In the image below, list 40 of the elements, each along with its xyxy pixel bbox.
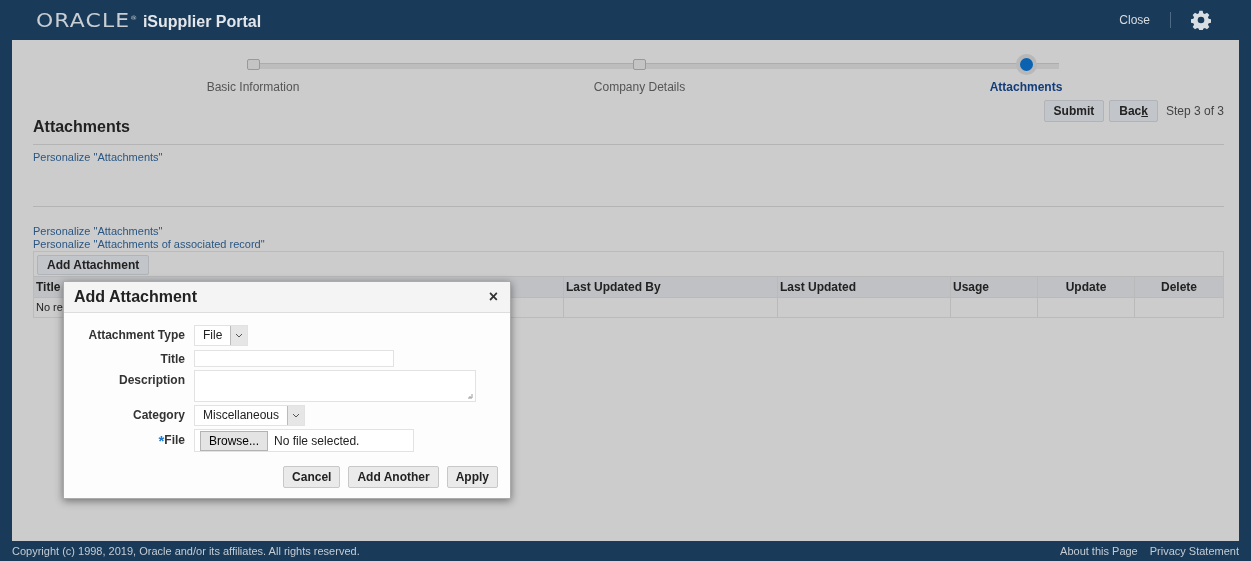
column-header: Update: [1038, 277, 1135, 297]
dropdown-field[interactable]: Miscellaneous: [194, 405, 306, 426]
settings-icon[interactable]: [1191, 10, 1211, 30]
section-title: Attachments: [33, 118, 131, 136]
personalize-link[interactable]: Personalize "Attachments": [33, 151, 1224, 164]
brand-logo: ORACLE$^{®}$: [36, 9, 139, 31]
resize-grip-icon: [467, 393, 473, 399]
personalize-link[interactable]: Personalize "Attachments": [33, 225, 1224, 238]
footer-link[interactable]: About this Page: [1060, 545, 1138, 557]
step-label[interactable]: Basic Information: [206, 80, 300, 94]
field-label: Description: [119, 373, 185, 387]
copyright-text: Copyright (c) 1998, 2019, Oracle and/or its affiliates. All rights reserved.: [12, 545, 360, 557]
apply-button[interactable]: Apply: [446, 466, 498, 488]
add-attachment-button[interactable]: Add Attachment: [37, 255, 150, 275]
step-counter: Step 3 of 3: [1165, 104, 1224, 118]
step-label[interactable]: Company Details: [593, 80, 686, 94]
column-header: Last Updated By: [564, 277, 778, 297]
column-header: Delete: [1160, 279, 1198, 296]
close-link[interactable]: Close: [1119, 13, 1150, 27]
file-field[interactable]: Browse... No file selected.: [194, 429, 414, 452]
submit-button[interactable]: Submit: [1043, 100, 1105, 122]
chevron-down-icon: [292, 413, 301, 418]
product-name: iSupplier Portal: [142, 13, 262, 31]
dropdown-field[interactable]: File: [194, 325, 249, 346]
browse-button[interactable]: Browse...: [200, 430, 268, 451]
title-input[interactable]: [194, 350, 394, 367]
file-status: No file selected.: [274, 433, 360, 448]
back-button[interactable]: Back: [1109, 100, 1158, 122]
chevron-down-icon: [235, 333, 244, 338]
step-label[interactable]: Attachments: [989, 80, 1063, 94]
description-textarea[interactable]: [194, 370, 476, 402]
column-header: Usage: [951, 277, 1038, 297]
cancel-button[interactable]: Cancel: [283, 466, 341, 488]
field-label: Category: [133, 408, 185, 422]
add-another-button[interactable]: Add Another: [348, 466, 439, 488]
personalize-link[interactable]: Personalize "Attachments of associated record": [33, 238, 1224, 251]
field-label: Attachment Type: [88, 328, 185, 342]
footer-link[interactable]: Privacy Statement: [1149, 545, 1239, 557]
column-header: Last Updated: [778, 277, 951, 297]
field-label: Title: [160, 352, 185, 366]
